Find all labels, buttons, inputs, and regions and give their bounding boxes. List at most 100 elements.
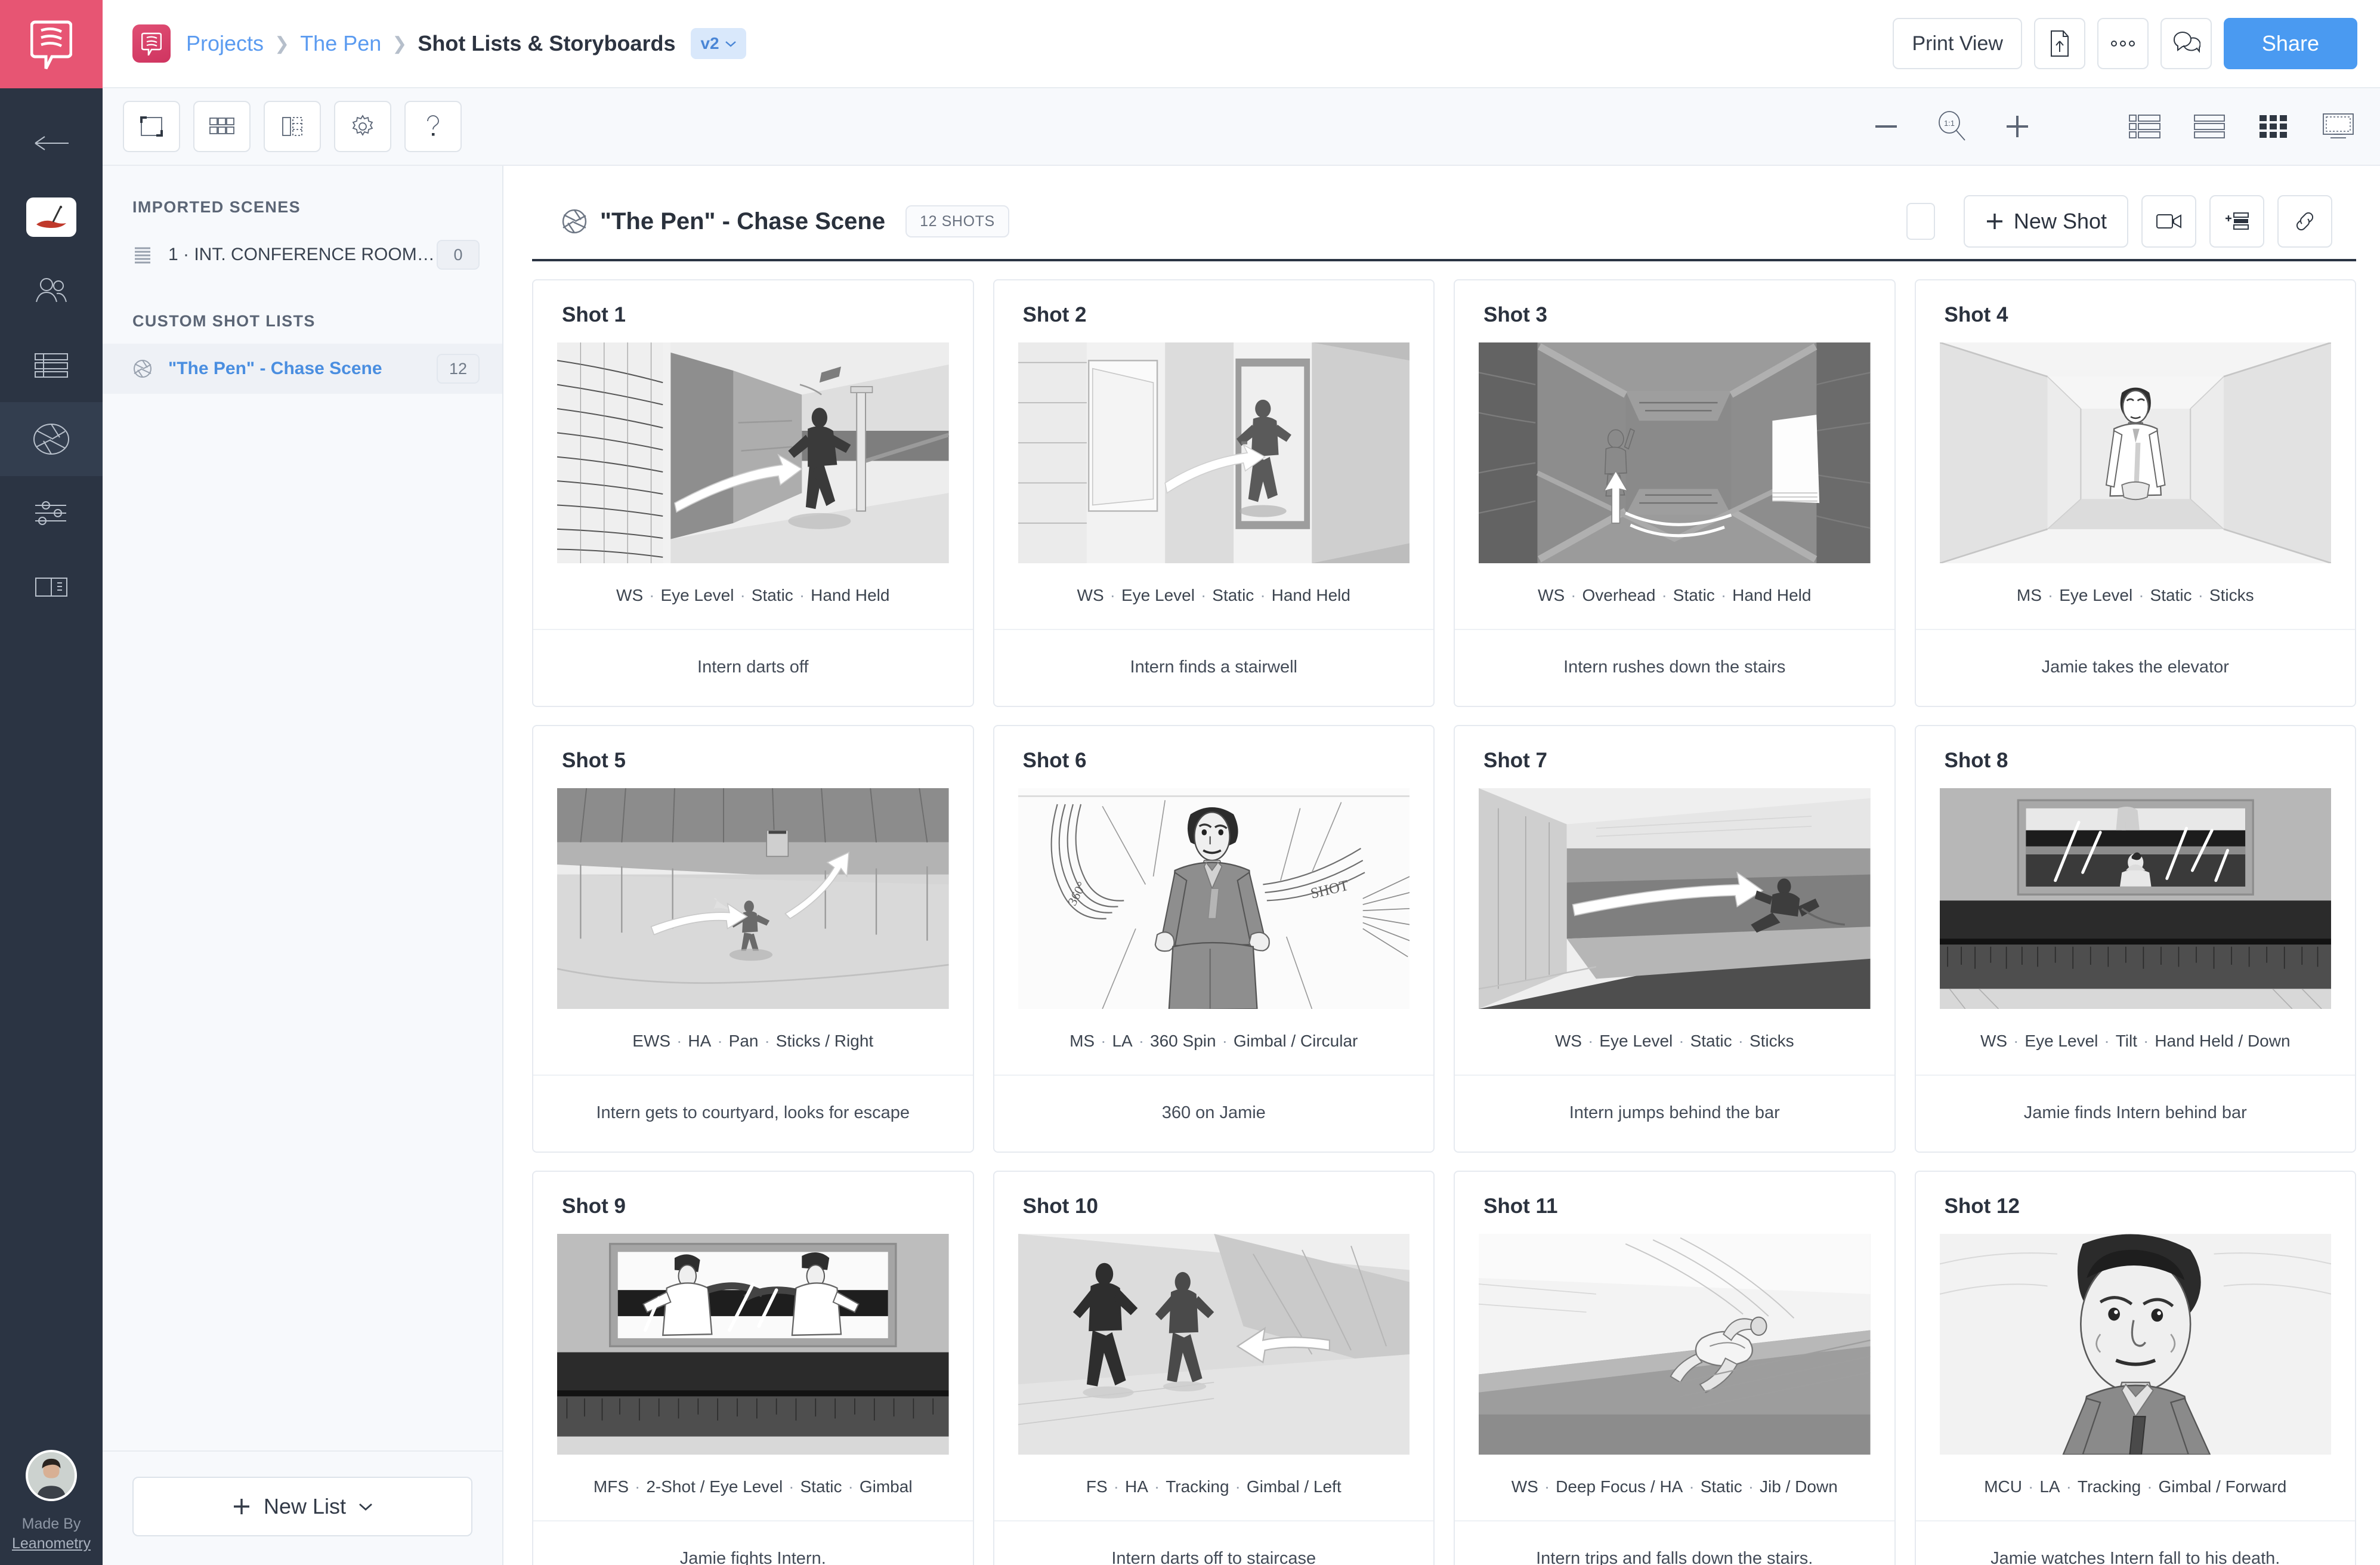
workspace: Projects ❯ The Pen ❯ Shot Lists & Storyb… (103, 0, 2380, 1565)
shot-title: Shot 8 (1944, 749, 2008, 772)
select-all-checkbox[interactable] (1906, 203, 1935, 240)
page-title: "The Pen" - Chase Scene 12 SHOTS (561, 205, 1009, 237)
rail-item-guide[interactable] (0, 550, 103, 624)
book-info-icon (35, 578, 67, 597)
storyboard-thumbnail[interactable] (1479, 342, 1871, 563)
plus-icon (1986, 214, 2002, 229)
shot-card[interactable]: Shot 2 WS · Eye Level · Static · Hand He… (993, 279, 1435, 707)
more-options-button[interactable] (2097, 18, 2149, 69)
avatar[interactable] (26, 1449, 77, 1501)
storyboard-thumbnail[interactable] (1018, 1234, 1410, 1455)
help-tool-button[interactable] (404, 101, 462, 152)
made-by: Made By Leanometry (12, 1514, 91, 1555)
shot-card[interactable]: Shot 8 WS · Eye Level · Tilt · Hand Held… (1914, 725, 2356, 1153)
shot-card[interactable]: Shot 3 WS · Overhead · Static · Hand Hel… (1454, 279, 1896, 707)
storyboard-thumbnail[interactable] (1939, 342, 2331, 563)
shot-description: Jamie finds Intern behind bar (2023, 1103, 2247, 1122)
rail-item-project-logo[interactable] (0, 180, 103, 254)
grid-view-button[interactable] (2255, 107, 2293, 146)
rows-view-button[interactable] (2190, 107, 2228, 146)
storyboard-art-corridor-run (557, 342, 949, 563)
aperture-icon (562, 209, 587, 234)
breadcrumb-current: Shot Lists & Storyboards (418, 31, 676, 55)
zoom-out-button[interactable] (1867, 107, 1905, 146)
storyboard-thumbnail[interactable]: 360° SHOT (1018, 788, 1410, 1009)
new-list-button[interactable]: New List (132, 1477, 472, 1536)
storyboard-thumbnail[interactable] (557, 1234, 949, 1455)
storyboard-thumbnail[interactable] (1479, 788, 1871, 1009)
breadcrumb-the-pen[interactable]: The Pen (300, 31, 381, 56)
storyboard-art-jamie-360: 360° SHOT (1018, 788, 1410, 1009)
imported-scenes-header: IMPORTED SCENES (132, 198, 301, 216)
storyboard-art-courtyard-wide (557, 788, 949, 1009)
grid-nine-icon (2260, 115, 2287, 138)
scene-count-badge: 0 (437, 240, 480, 270)
share-button[interactable]: Share (2223, 18, 2357, 69)
new-shot-button[interactable]: New Shot (1963, 195, 2128, 248)
zoom-reset-button[interactable]: 1:1 (1933, 107, 1971, 146)
shot-card[interactable]: Shot 9 MFS · 2-Shot / Eye Level · Static… (532, 1171, 974, 1565)
leanometry-logo-icon (30, 20, 72, 70)
shot-card[interactable]: Shot 5 EWS · HA · Pan · Sticks / Right I… (532, 725, 974, 1153)
scene-label: 1 · INT. CONFERENCE ROOM - DAY (168, 245, 437, 264)
shot-description: Intern trips and falls down the stairs. (1536, 1549, 1813, 1565)
shot-card[interactable]: Shot 6 360° SHOT MS · LA · 360 Spin · Gi… (993, 725, 1435, 1153)
shot-title: Shot 12 (1944, 1194, 2020, 1218)
shot-meta: WS · Eye Level · Static · Sticks (1455, 1009, 1894, 1076)
rail-item-settings[interactable] (0, 476, 103, 550)
rail-back-button[interactable] (0, 106, 103, 180)
sidebar-item-chase-scene[interactable]: "The Pen" - Chase Scene 12 (103, 344, 502, 394)
export-button[interactable] (2033, 18, 2085, 69)
shot-grid-scroll[interactable]: Shot 1 WS · Eye Level · Static · Hand He… (503, 261, 2380, 1565)
project-badge[interactable] (132, 24, 171, 63)
copy-link-button[interactable] (2277, 195, 2332, 248)
shot-card[interactable]: Shot 4 MS · Eye Level · Static · Sticks … (1914, 279, 2356, 707)
storyboard-thumbnail[interactable] (1018, 342, 1410, 563)
app-window: Made By Leanometry Projects ❯ The Pen ❯ … (0, 0, 2380, 1565)
sliders-icon (35, 501, 66, 525)
made-by-label: Made By (21, 1515, 81, 1532)
made-by-link[interactable]: Leanometry (12, 1534, 91, 1554)
shot-card[interactable]: Shot 12 MCU · LA · Tracking · Gimbal / F… (1914, 1171, 2356, 1565)
rail-item-shot-lists[interactable] (0, 402, 103, 476)
storyboard-thumbnail[interactable] (1479, 1234, 1871, 1455)
storyboard-art-bar-mirror (1939, 788, 2331, 1009)
shot-card[interactable]: Shot 11 WS · Deep Focus / HA · Static · … (1454, 1171, 1896, 1565)
zoom-in-button[interactable] (1998, 107, 2036, 146)
brand-logo[interactable] (0, 0, 103, 88)
print-view-button[interactable]: Print View (1893, 18, 2022, 69)
comments-button[interactable] (2160, 18, 2212, 69)
storyboard-thumbnail[interactable] (1939, 788, 2331, 1009)
frame-tool-button[interactable] (123, 101, 180, 152)
storyboard-thumbnail[interactable] (1939, 1234, 2331, 1455)
sidebar-item-scene-1[interactable]: 1 · INT. CONFERENCE ROOM - DAY 0 (103, 230, 502, 280)
panel-tool-button[interactable] (264, 101, 321, 152)
storyboard-thumbnail[interactable] (557, 788, 949, 1009)
rail-item-schedule[interactable] (0, 328, 103, 402)
grid-tool-button[interactable] (193, 101, 251, 152)
add-rows-button[interactable] (2209, 195, 2264, 248)
rail-item-team[interactable] (0, 254, 103, 328)
breadcrumb-projects[interactable]: Projects (186, 31, 264, 56)
shot-list-main: "The Pen" - Chase Scene 12 SHOTS New Sho… (503, 166, 2380, 1565)
link-icon (2296, 212, 2314, 231)
shot-meta: MFS · 2-Shot / Eye Level · Static · Gimbal (533, 1455, 973, 1521)
shot-card[interactable]: Shot 7 WS · Eye Level · Static · Sticks … (1454, 725, 1896, 1153)
rail-footer: Made By Leanometry (0, 1449, 103, 1555)
version-selector[interactable]: v2 (691, 28, 746, 59)
storyboard-thumbnail[interactable] (557, 342, 949, 563)
add-video-button[interactable] (2141, 195, 2196, 248)
shot-meta: MS · Eye Level · Static · Sticks (1915, 563, 2355, 630)
shot-card[interactable]: Shot 10 FS · HA · Tracking · Gimbal / Le… (993, 1171, 1435, 1565)
presentation-view-button[interactable] (2319, 107, 2357, 146)
rows-view-icon (2194, 115, 2225, 138)
settings-tool-button[interactable] (334, 101, 391, 152)
list-view-button[interactable] (2126, 107, 2164, 146)
shot-card[interactable]: Shot 1 WS · Eye Level · Static · Hand He… (532, 279, 974, 707)
shot-title: Shot 4 (1944, 303, 2008, 326)
shot-description: Jamie takes the elevator (2041, 658, 2229, 677)
list-thumb-icon (2129, 115, 2160, 138)
storyboard-art-fight-mirror (557, 1234, 949, 1455)
comment-bubbles-icon (2173, 32, 2200, 53)
shot-title: Shot 11 (1483, 1194, 1558, 1218)
